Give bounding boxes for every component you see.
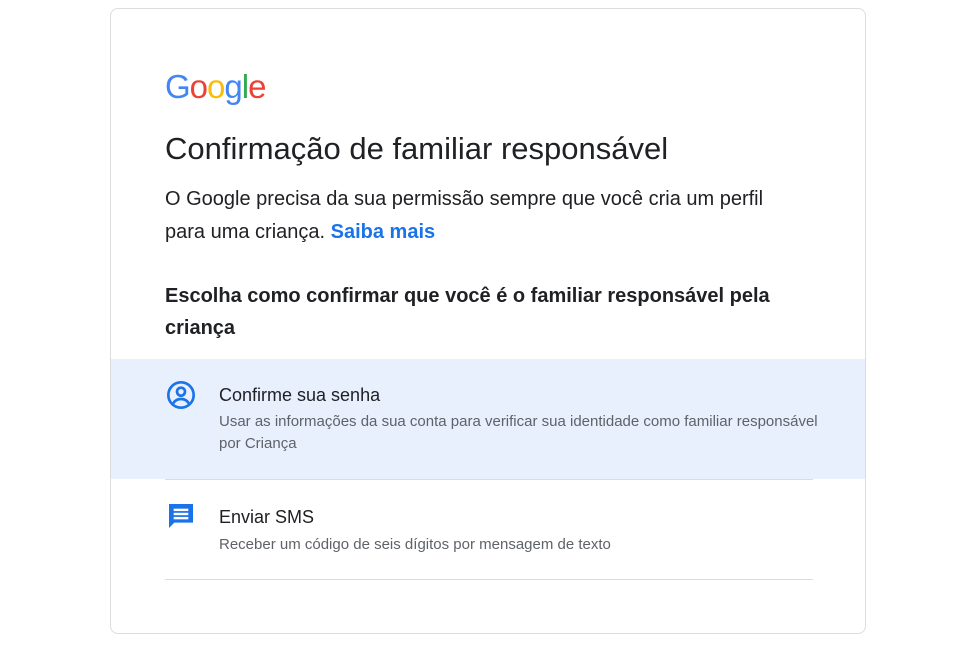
message-icon (169, 504, 193, 528)
learn-more-link[interactable]: Saiba mais (331, 221, 436, 243)
option-send-sms[interactable]: Enviar SMS Receber um código de seis díg… (111, 480, 865, 579)
account-circle-icon (167, 381, 195, 409)
option-title: Enviar SMS (219, 507, 315, 527)
option-description: Receber um código de seis dígitos por me… (219, 536, 611, 553)
option-title: Confirme sua senha (219, 385, 381, 405)
logo-letter: o (207, 68, 225, 105)
logo-letter: G (165, 68, 191, 105)
option-confirm-password[interactable]: Confirme sua senha Usar as informações d… (111, 359, 865, 479)
logo-letter: o (189, 68, 208, 105)
choose-method-heading: Escolha como confirmar que você é o fami… (165, 285, 770, 339)
consent-card: Google Confirmação de familiar responsáv… (110, 8, 866, 634)
intro-paragraph: O Google precisa da sua permissão sempre… (165, 183, 785, 249)
divider (165, 579, 813, 580)
google-logo: Google (165, 67, 266, 107)
intro-text: O Google precisa da sua permissão sempre… (165, 188, 764, 243)
logo-letter: e (248, 68, 266, 105)
logo-letter: g (224, 68, 242, 105)
page-title: Confirmação de familiar responsável (165, 131, 669, 166)
option-description: Usar as informações da sua conta para ve… (219, 413, 818, 452)
